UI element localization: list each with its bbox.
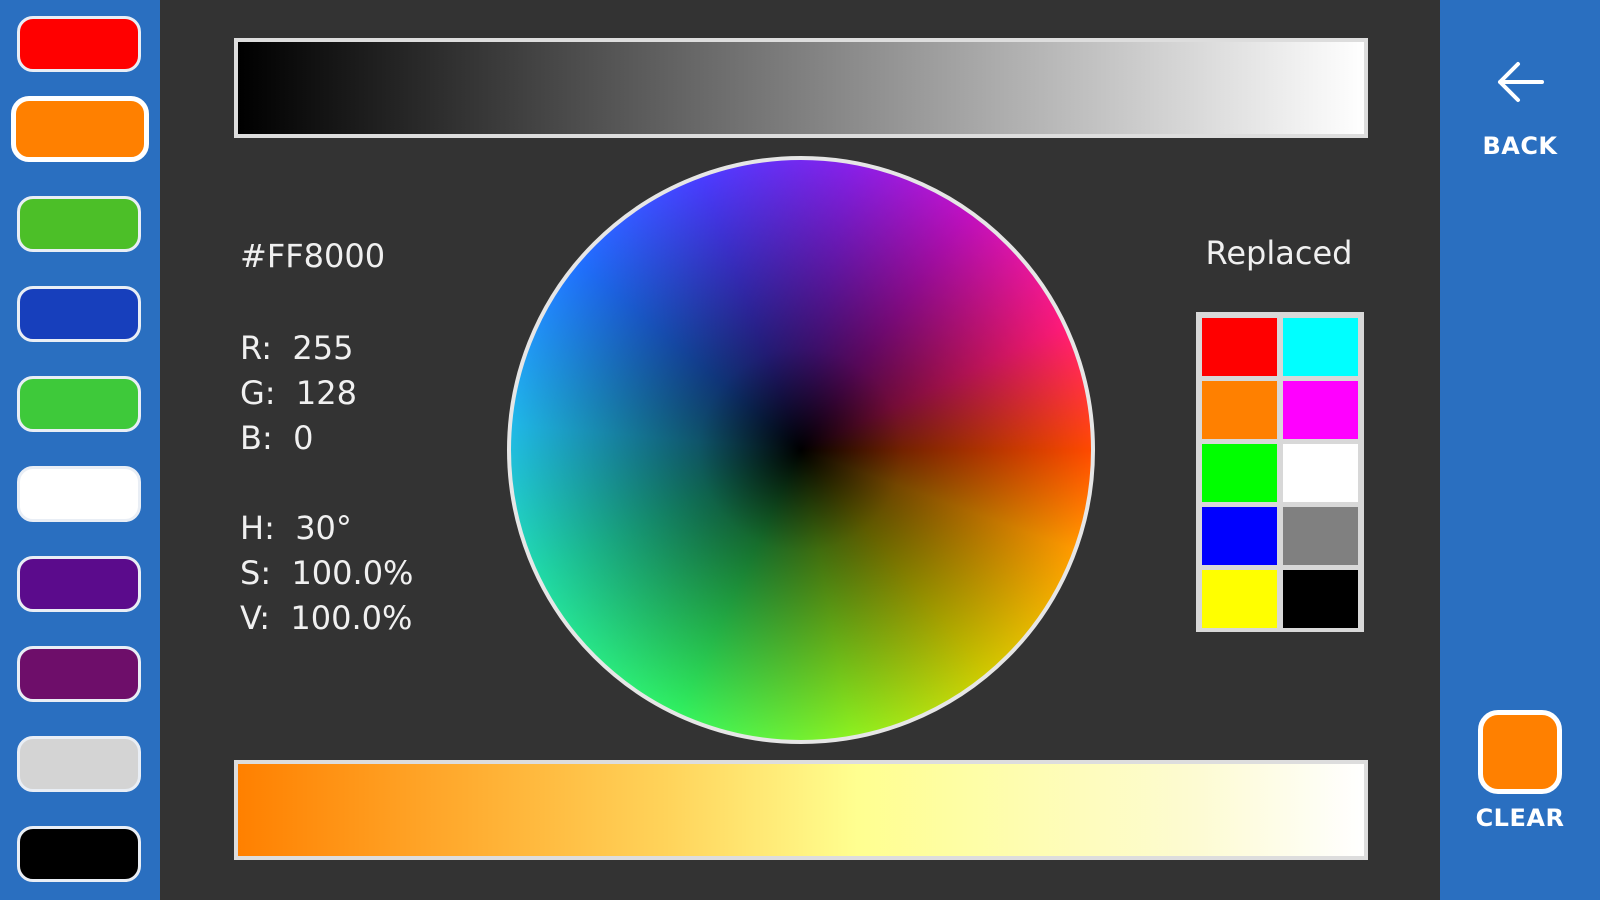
- replaced-cell-orange[interactable]: [1202, 381, 1277, 439]
- g-value: 128: [295, 374, 357, 412]
- palette-swatch-purple[interactable]: [17, 556, 141, 612]
- r-value: 255: [292, 329, 354, 367]
- replaced-title: Replaced: [1205, 234, 1353, 272]
- replaced-colors-grid: [1196, 312, 1364, 632]
- clear-button[interactable]: CLEAR: [1470, 706, 1570, 836]
- palette-swatch-white[interactable]: [17, 466, 141, 522]
- r-label: R:: [240, 329, 273, 367]
- palette-swatch-red[interactable]: [17, 16, 141, 72]
- rgb-values: R: 255 G: 128 B: 0: [240, 326, 357, 461]
- b-label: B:: [240, 419, 273, 457]
- replaced-cell-red[interactable]: [1202, 318, 1277, 376]
- palette-swatch-light-gray[interactable]: [17, 736, 141, 792]
- brightness-gradient-bar[interactable]: [234, 38, 1368, 138]
- arrow-left-icon: [1498, 62, 1544, 102]
- back-button[interactable]: BACK: [1470, 50, 1570, 170]
- palette-swatch-light-green[interactable]: [17, 376, 141, 432]
- replaced-cell-magenta[interactable]: [1283, 381, 1358, 439]
- clear-label: CLEAR: [1475, 804, 1565, 832]
- color-wheel[interactable]: [507, 156, 1095, 744]
- h-label: H:: [240, 509, 275, 547]
- palette-swatch-orange[interactable]: [11, 96, 149, 162]
- h-value: 30°: [295, 509, 352, 547]
- hsv-values: H: 30° S: 100.0% V: 100.0%: [240, 506, 413, 641]
- s-label: S:: [240, 554, 272, 592]
- replaced-cell-blue[interactable]: [1202, 507, 1277, 565]
- replaced-cell-cyan[interactable]: [1283, 318, 1358, 376]
- replaced-cell-black[interactable]: [1283, 570, 1358, 628]
- replaced-cell-white[interactable]: [1283, 444, 1358, 502]
- v-value: 100.0%: [290, 599, 413, 637]
- palette-sidebar: [0, 0, 160, 900]
- back-label: BACK: [1482, 132, 1558, 160]
- actions-sidebar: BACK CLEAR: [1440, 0, 1600, 900]
- b-value: 0: [293, 419, 314, 457]
- saturation-gradient-bar[interactable]: [234, 760, 1368, 860]
- palette-swatch-green[interactable]: [17, 196, 141, 252]
- v-label: V:: [240, 599, 271, 637]
- replaced-cell-yellow[interactable]: [1202, 570, 1277, 628]
- color-picker-screen: #FF8000 R: 255 G: 128 B: 0 H: 30° S: 100…: [0, 0, 1600, 900]
- palette-swatch-magenta[interactable]: [17, 646, 141, 702]
- palette-swatch-black[interactable]: [17, 826, 141, 882]
- hex-value: #FF8000: [240, 237, 386, 275]
- current-color-swatch: [1478, 710, 1562, 794]
- g-label: G:: [240, 374, 276, 412]
- replaced-cell-gray[interactable]: [1283, 507, 1358, 565]
- replaced-cell-green[interactable]: [1202, 444, 1277, 502]
- s-value: 100.0%: [291, 554, 414, 592]
- palette-swatch-blue[interactable]: [17, 286, 141, 342]
